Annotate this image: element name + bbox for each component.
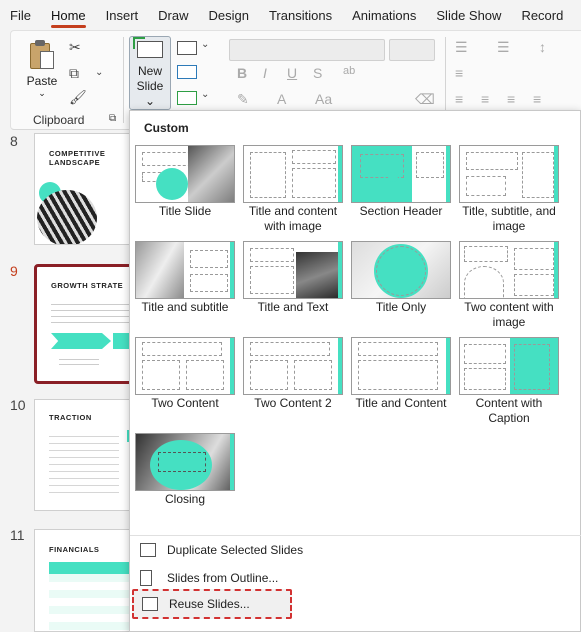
layout-name: Title and content with image	[248, 204, 338, 233]
slide-number: 10	[10, 397, 26, 413]
tab-design[interactable]: Design	[199, 0, 259, 30]
layout-title-and-text[interactable]: Title and Text	[243, 241, 343, 315]
layout-name: Two Content 2	[254, 396, 332, 410]
indent-icon[interactable]: ≡	[455, 65, 463, 81]
slide-title: FINANCIALS	[49, 545, 100, 554]
change-case-icon[interactable]: Aa	[315, 91, 332, 107]
layout-title-and-subtitle[interactable]: Title and subtitle	[135, 241, 235, 315]
cut-icon[interactable]: ✂	[69, 39, 81, 56]
font-name-box[interactable]	[229, 39, 385, 61]
chevron-down-icon[interactable]: ⌄	[95, 67, 103, 78]
char-spacing-icon[interactable]: ab	[343, 65, 355, 77]
layout-name: Closing	[164, 492, 206, 506]
reuse-slides-icon	[142, 597, 158, 611]
layout-name: Title and Content	[355, 396, 447, 410]
chevron-down-icon[interactable]: ⌄	[201, 39, 209, 50]
layout-name: Title and Text	[257, 300, 329, 314]
clear-formatting-icon[interactable]: ⌫	[415, 91, 435, 108]
slide-title: GROWTH STRATE	[51, 281, 124, 290]
layout-name: Title, subtitle, and image	[462, 204, 556, 233]
gallery-section-header: Custom	[144, 121, 189, 135]
paste-icon	[28, 39, 56, 71]
slide-number: 9	[10, 263, 18, 279]
layout-name: Title Slide	[158, 204, 212, 218]
duplicate-icon	[140, 543, 156, 557]
layout-title-subtitle-image[interactable]: Title, subtitle, and image	[459, 145, 559, 234]
layout-two-content[interactable]: Two Content	[135, 337, 235, 411]
underline-icon[interactable]: U	[287, 65, 297, 81]
tab-slide-show[interactable]: Slide Show	[426, 0, 511, 30]
menu-divider	[130, 535, 581, 536]
layout-two-content-image[interactable]: Two content with image	[459, 241, 559, 330]
slide-title: COMPETITIVE LANDSCAPE	[49, 149, 106, 167]
font-color-icon[interactable]: A	[277, 91, 286, 107]
strikethrough-icon[interactable]: S	[313, 65, 322, 81]
layout-content-with-caption[interactable]: Content with Caption	[459, 337, 559, 426]
duplicate-label: Duplicate Selected Slides	[167, 543, 304, 557]
layout-icon[interactable]	[177, 41, 197, 55]
new-slide-label: New	[137, 64, 162, 78]
new-slide-layout-gallery: Custom Title Slide Title and content wit…	[129, 110, 581, 632]
font-size-box[interactable]	[389, 39, 435, 61]
align-right-icon[interactable]: ≡	[507, 91, 515, 107]
line-spacing-icon[interactable]: ↕	[539, 39, 546, 55]
layout-section-header[interactable]: Section Header	[351, 145, 451, 219]
layout-title-and-content[interactable]: Title and Content	[351, 337, 451, 411]
new-slide-icon	[133, 37, 163, 58]
outline-icon	[140, 570, 152, 586]
new-slide-button[interactable]: New Slide ⌄	[129, 36, 171, 110]
clipboard-group-label: Clipboard	[33, 113, 85, 127]
paste-button[interactable]: Paste ⌄	[19, 39, 65, 99]
layout-name: Title Only	[375, 300, 427, 314]
reset-icon[interactable]	[177, 65, 197, 79]
new-slide-label-2: Slide	[136, 79, 164, 93]
tab-home[interactable]: Home	[41, 0, 96, 30]
format-painter-icon[interactable]: 🖌	[69, 89, 87, 106]
tab-file[interactable]: File	[0, 0, 41, 30]
tab-record[interactable]: Record	[511, 0, 573, 30]
reuse-label: Reuse Slides...	[169, 597, 250, 611]
layout-name: Two content with image	[464, 300, 554, 329]
layout-name: Content with Caption	[475, 396, 543, 425]
numbering-icon[interactable]: ☰	[497, 39, 510, 56]
slide-thumbnail-selected[interactable]: GROWTH STRATE	[34, 264, 140, 384]
tab-transitions[interactable]: Transitions	[259, 0, 342, 30]
tab-animations[interactable]: Animations	[342, 0, 426, 30]
paste-label: Paste	[26, 74, 58, 88]
tab-draw[interactable]: Draw	[148, 0, 198, 30]
slide-number: 8	[10, 133, 18, 149]
reuse-slides-menu-item[interactable]: Reuse Slides...	[132, 589, 292, 619]
italic-icon[interactable]: I	[263, 65, 267, 81]
ribbon-tabs: File Home Insert Draw Design Transitions…	[0, 0, 581, 30]
dialog-launcher-icon[interactable]: ⧉	[109, 113, 116, 124]
chevron-down-icon: ⌄	[38, 88, 46, 98]
section-icon[interactable]	[177, 91, 197, 105]
outline-label: Slides from Outline...	[167, 571, 279, 585]
slide-title: TRACTION	[49, 413, 92, 422]
copy-icon[interactable]: ⧉	[69, 65, 79, 82]
bullets-icon[interactable]: ☰	[455, 39, 468, 56]
layout-title-content-image[interactable]: Title and content with image	[243, 145, 343, 234]
layout-name: Two Content	[151, 396, 219, 410]
duplicate-slides-menu-item[interactable]: Duplicate Selected Slides	[140, 539, 303, 561]
highlight-icon[interactable]: ✎	[237, 91, 249, 108]
align-center-icon[interactable]: ≡	[481, 91, 489, 107]
layout-closing[interactable]: Closing	[135, 433, 235, 507]
align-left-icon[interactable]: ≡	[455, 91, 463, 107]
layout-name: Section Header	[359, 204, 443, 218]
slide-thumbnail[interactable]: TRACTION	[34, 399, 140, 511]
layout-title-slide[interactable]: Title Slide	[135, 145, 235, 219]
slides-from-outline-menu-item[interactable]: Slides from Outline...	[140, 567, 278, 589]
layout-name: Title and subtitle	[141, 300, 229, 314]
slide-thumbnail-panel: 8 COMPETITIVE LANDSCAPE 9 GROWTH STRATE …	[0, 131, 140, 632]
layout-title-only[interactable]: Title Only	[351, 241, 451, 315]
justify-icon[interactable]: ≡	[533, 91, 541, 107]
slide-thumbnail[interactable]: COMPETITIVE LANDSCAPE	[34, 133, 140, 245]
slide-thumbnail[interactable]: FINANCIALS	[34, 529, 140, 632]
bold-icon[interactable]: B	[237, 65, 247, 81]
slide-number: 11	[10, 527, 25, 543]
chevron-down-icon[interactable]: ⌄	[201, 89, 209, 100]
layout-two-content-2[interactable]: Two Content 2	[243, 337, 343, 411]
tab-insert[interactable]: Insert	[96, 0, 149, 30]
